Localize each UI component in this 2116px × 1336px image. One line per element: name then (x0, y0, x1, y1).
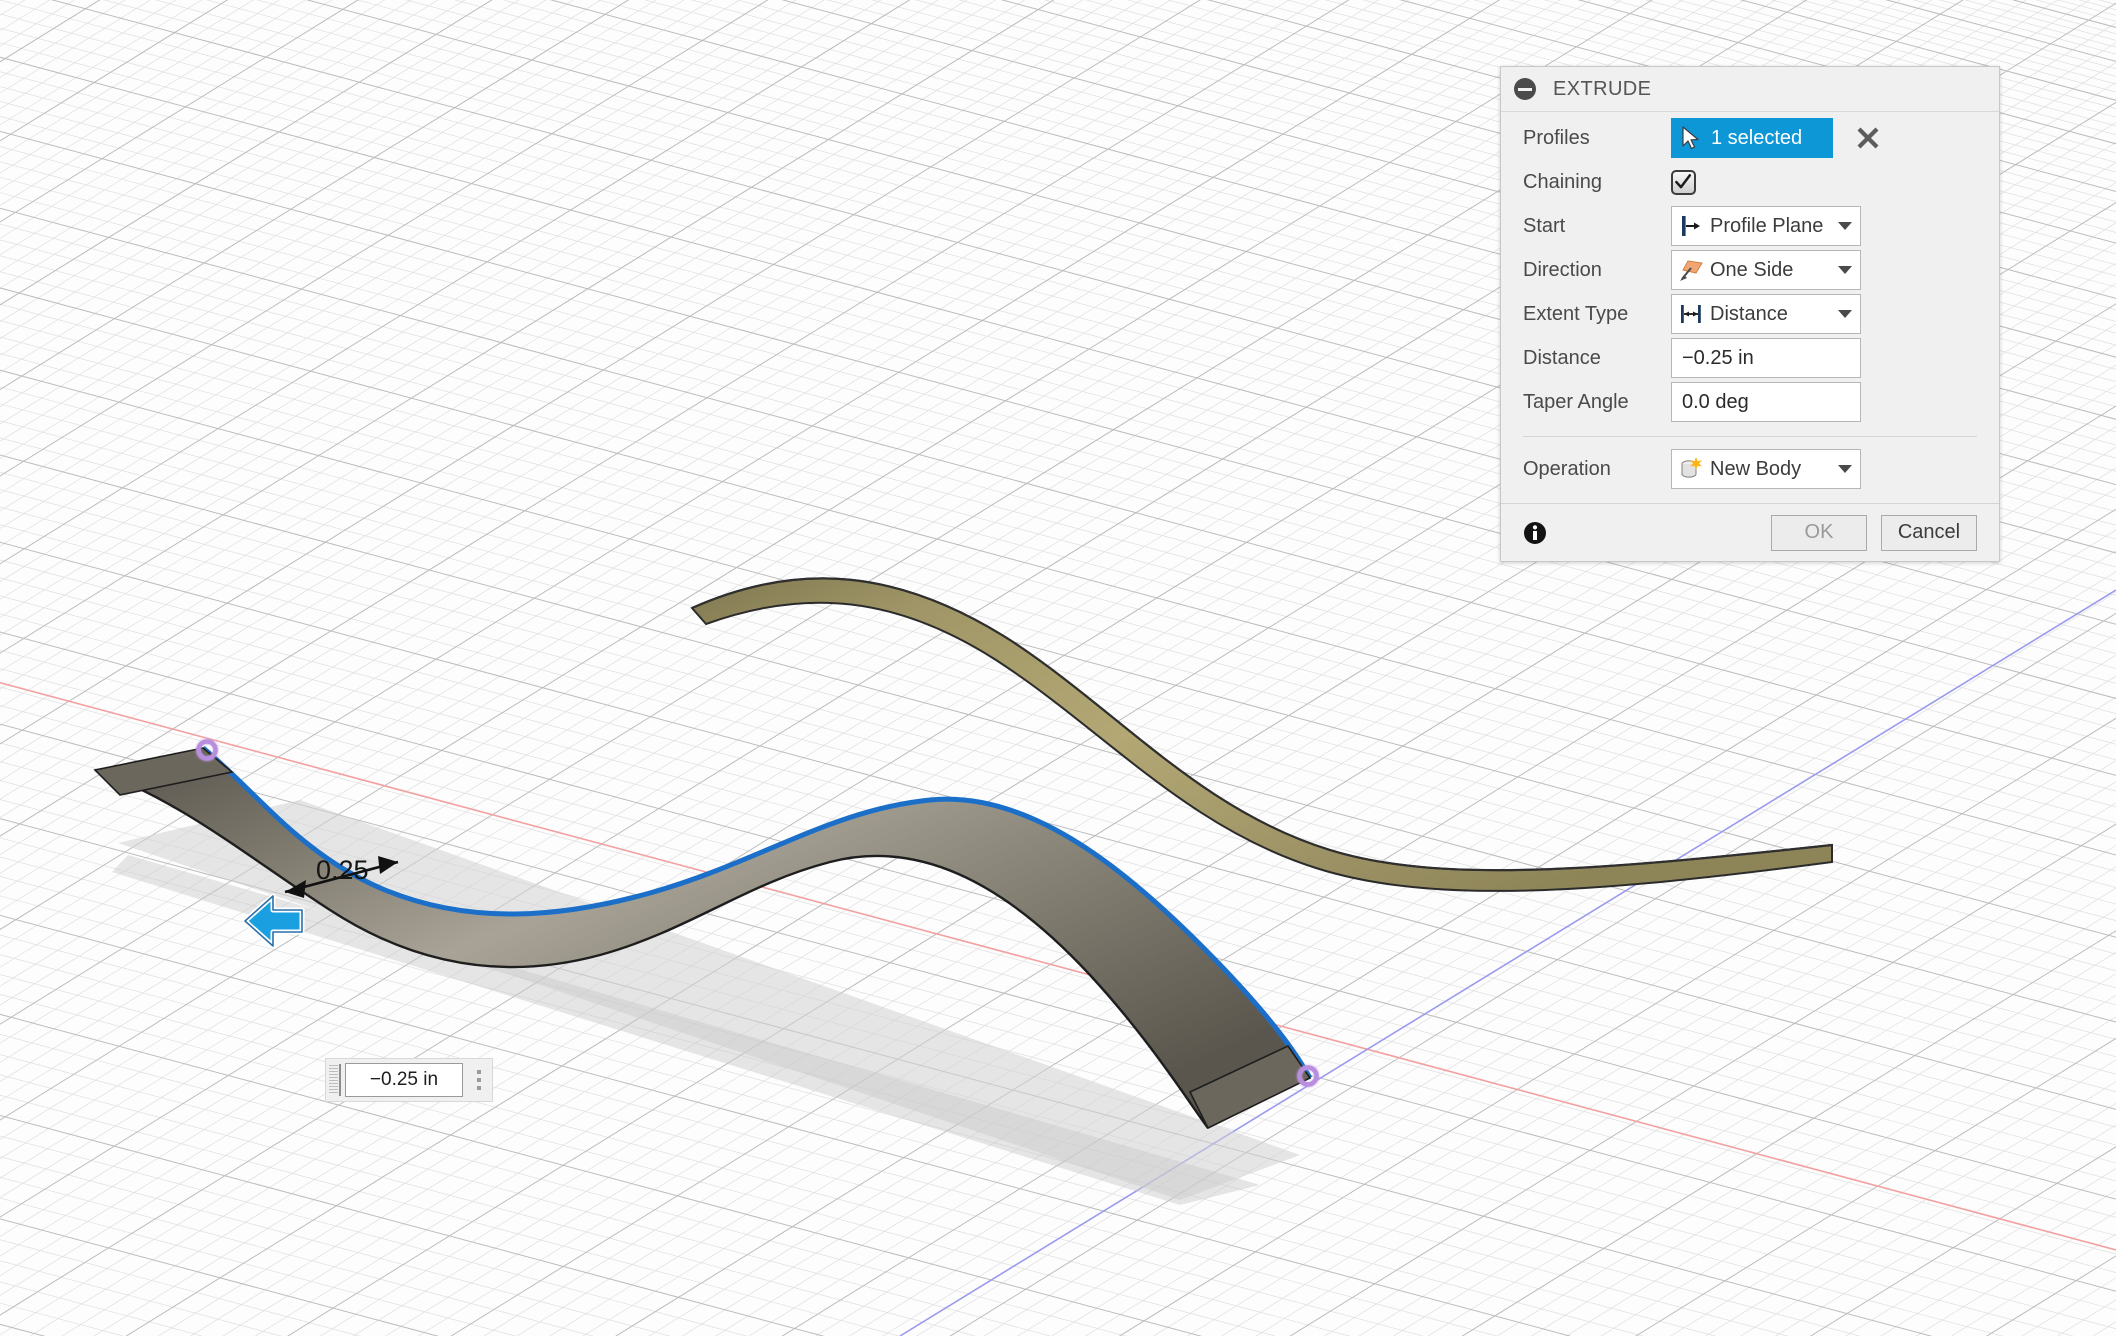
chaining-checkbox[interactable] (1671, 170, 1696, 195)
drag-grip-icon[interactable] (329, 1065, 338, 1095)
extent-type-value: Distance (1710, 303, 1838, 326)
row-start: Start Profile Plane (1501, 204, 1999, 248)
dialog-title: EXTRUDE (1553, 78, 1651, 101)
dimension-input-widget[interactable]: −0.25 in (325, 1058, 493, 1102)
taper-angle-input[interactable]: 0.0 deg (1671, 382, 1861, 422)
row-profiles: Profiles 1 selected (1501, 116, 1999, 160)
dimension-annotation-value: 0.25 (316, 855, 369, 886)
cancel-button[interactable]: Cancel (1881, 515, 1977, 551)
operation-label: Operation (1523, 458, 1671, 481)
select-cursor-icon (1681, 126, 1701, 150)
chevron-down-icon[interactable] (1838, 465, 1852, 473)
distance-label: Distance (1523, 347, 1671, 370)
dialog-footer: OK Cancel (1501, 503, 1999, 561)
start-label: Start (1523, 215, 1671, 238)
dialog-body: Profiles 1 selected Chaining (1501, 112, 1999, 503)
operation-value: New Body (1710, 458, 1838, 481)
dimension-value-input[interactable]: −0.25 in (345, 1063, 463, 1097)
row-operation: Operation New Body (1501, 447, 1999, 501)
ok-button[interactable]: OK (1771, 515, 1867, 551)
profiles-label: Profiles (1523, 127, 1671, 150)
drag-arrow-manipulator-icon[interactable] (240, 890, 310, 952)
distance-measure-icon (1678, 301, 1704, 327)
row-direction: Direction One Side (1501, 248, 1999, 292)
extrude-dialog[interactable]: EXTRUDE Profiles 1 selected (1500, 66, 2000, 562)
start-value: Profile Plane (1710, 215, 1838, 238)
direction-label: Direction (1523, 259, 1671, 282)
chevron-down-icon[interactable] (1838, 310, 1852, 318)
profiles-selection-label: 1 selected (1711, 127, 1802, 150)
one-side-arrow-icon (1678, 257, 1704, 283)
row-extent-type: Extent Type Distance (1501, 292, 1999, 336)
profiles-selection-button[interactable]: 1 selected (1671, 118, 1833, 158)
chaining-label: Chaining (1523, 171, 1671, 194)
extent-type-combo[interactable]: Distance (1671, 294, 1861, 334)
operation-combo[interactable]: New Body (1671, 449, 1861, 489)
section-divider (1523, 436, 1977, 437)
close-x-icon[interactable] (1855, 125, 1881, 151)
chevron-down-icon[interactable] (1838, 222, 1852, 230)
row-chaining: Chaining (1501, 160, 1999, 204)
more-options-dots-icon[interactable] (469, 1070, 489, 1090)
chevron-down-icon[interactable] (1838, 266, 1852, 274)
profile-plane-icon (1678, 213, 1704, 239)
taper-angle-label: Taper Angle (1523, 391, 1671, 414)
row-distance: Distance −0.25 in (1501, 336, 1999, 380)
new-body-cylinder-icon (1678, 456, 1704, 482)
grip-divider (339, 1064, 341, 1096)
extent-type-label: Extent Type (1523, 303, 1671, 326)
info-circle-icon[interactable] (1523, 521, 1547, 545)
direction-combo[interactable]: One Side (1671, 250, 1861, 290)
row-taper-angle: Taper Angle 0.0 deg (1501, 380, 1999, 424)
start-combo[interactable]: Profile Plane (1671, 206, 1861, 246)
collapse-minus-icon[interactable] (1514, 78, 1536, 100)
checkbox-checked-icon (1673, 172, 1694, 193)
distance-input[interactable]: −0.25 in (1671, 338, 1861, 378)
application-window: 0.25 −0.25 in EXTRUDE Profiles (0, 0, 2116, 1336)
direction-value: One Side (1710, 259, 1838, 282)
dialog-titlebar[interactable]: EXTRUDE (1501, 67, 1999, 112)
